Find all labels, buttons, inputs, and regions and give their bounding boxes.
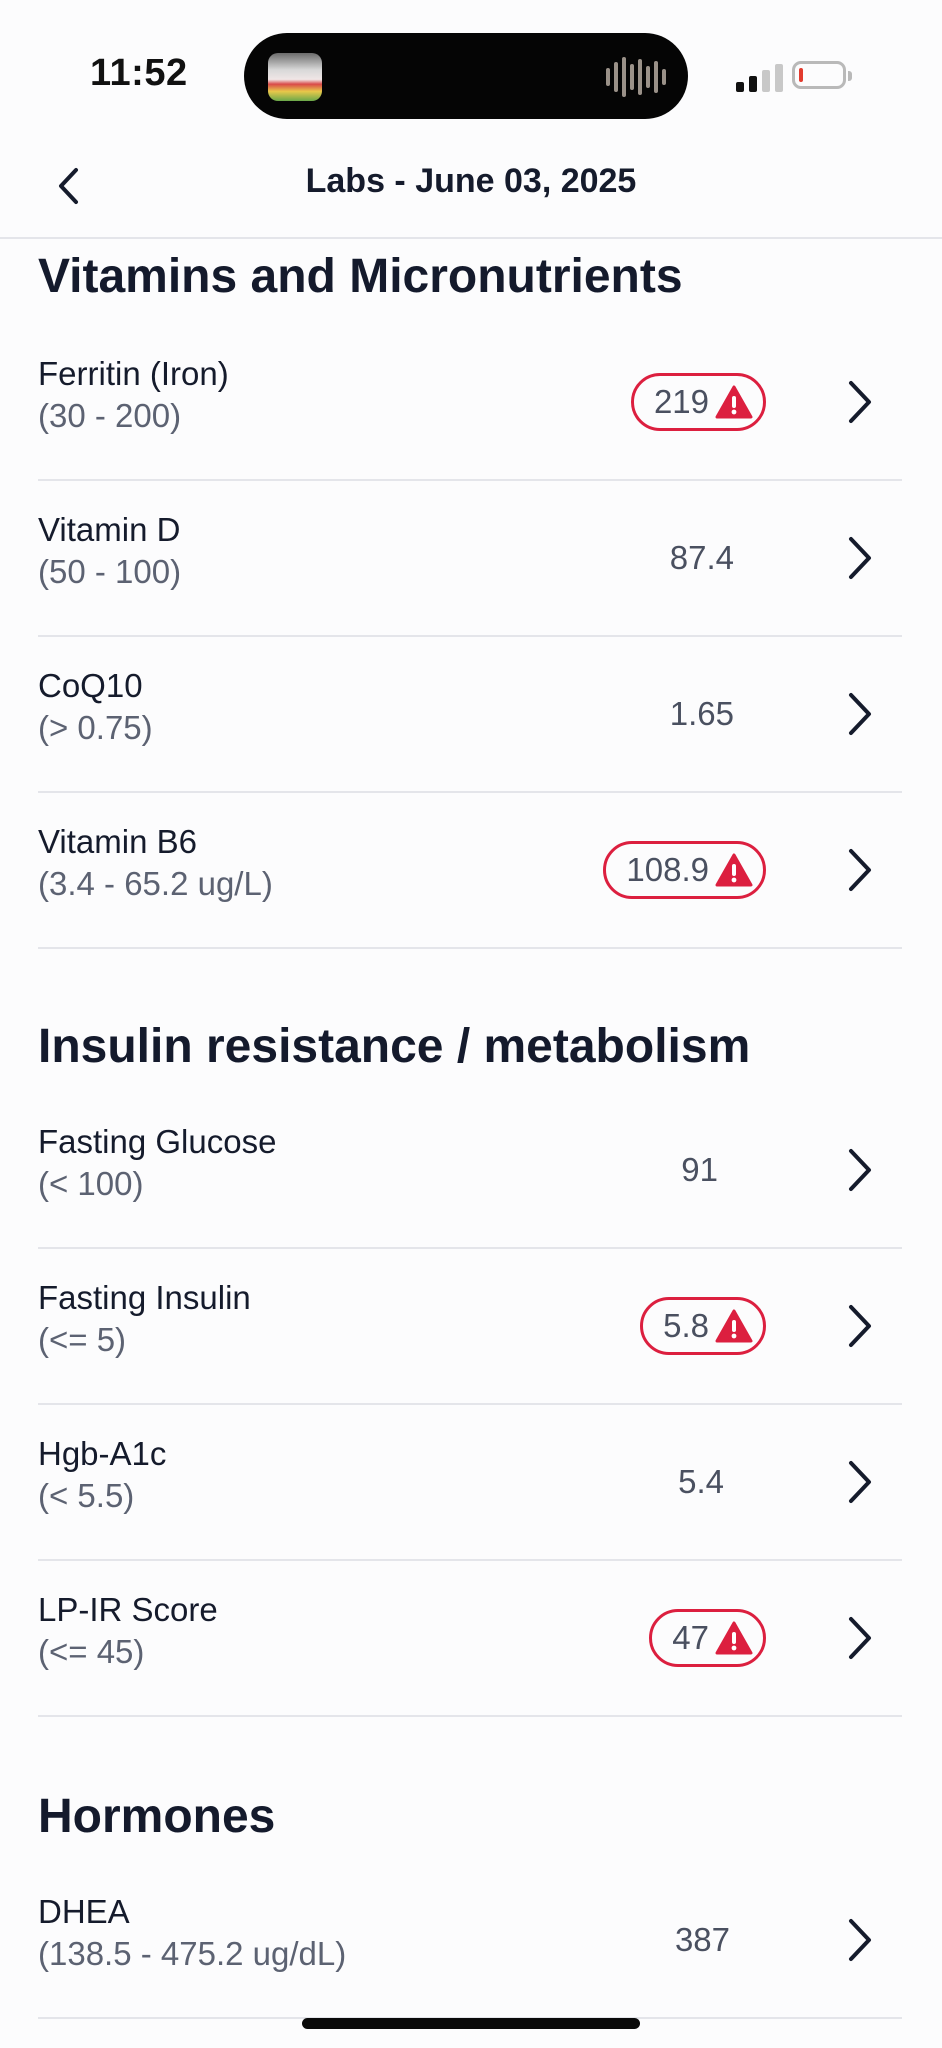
lab-value: 5.8 (663, 1307, 709, 1344)
lab-row-vitamin-d[interactable]: Vitamin D (50 - 100) 87.4 (38, 479, 902, 637)
warning-icon (715, 1309, 753, 1343)
chevron-right-icon (849, 693, 871, 735)
chevron-right-icon (849, 537, 871, 579)
lab-row-ferritin[interactable]: Ferritin (Iron) (30 - 200) 219 (38, 323, 902, 481)
lab-range: (> 0.75) (38, 709, 153, 746)
lab-name: LP-IR Score (38, 1591, 218, 1628)
navigation-bar: Labs - June 03, 2025 (0, 140, 942, 239)
chevron-right-icon (849, 381, 871, 423)
warning-icon (715, 1621, 753, 1655)
lab-name: Ferritin (Iron) (38, 355, 229, 392)
lab-name: Vitamin B6 (38, 823, 197, 860)
flagged-value-badge: 47 (649, 1609, 766, 1667)
status-bar: 11:52 (0, 0, 942, 150)
lab-name: Hgb-A1c (38, 1435, 167, 1472)
warning-icon (715, 853, 753, 887)
lab-row-vitamin-b6[interactable]: Vitamin B6 (3.4 - 65.2 ug/L) 108.9 (38, 791, 902, 949)
audio-waveform-icon (606, 55, 666, 99)
lab-range: (<= 45) (38, 1633, 145, 1670)
lab-value: 219 (653, 383, 709, 420)
chevron-right-icon (849, 1305, 871, 1347)
lab-row-lp-ir-score[interactable]: LP-IR Score (<= 45) 47 (38, 1559, 902, 1717)
lab-range: (50 - 100) (38, 553, 182, 590)
lab-value: 5.4 (678, 1463, 724, 1500)
lab-value: 387 (674, 1921, 730, 1958)
chevron-right-icon (849, 1919, 871, 1961)
status-time: 11:52 (90, 52, 188, 94)
lab-value: 87.4 (669, 539, 734, 576)
lab-range: (3.4 - 65.2 ug/L) (38, 865, 273, 902)
dynamic-island[interactable] (244, 33, 688, 119)
lab-value: 1.65 (669, 695, 734, 732)
lab-range: (< 100) (38, 1165, 144, 1202)
chevron-right-icon (849, 1149, 871, 1191)
flagged-value-badge: 5.8 (640, 1297, 766, 1355)
flagged-value-badge: 219 (630, 373, 766, 431)
lab-value: 47 (672, 1619, 709, 1656)
lab-row-dhea[interactable]: DHEA (138.5 - 475.2 ug/dL) 387 (38, 1861, 902, 2019)
battery-icon (792, 61, 852, 89)
home-indicator[interactable] (302, 2018, 640, 2029)
lab-name: CoQ10 (38, 667, 143, 704)
section-title-vitamins: Vitamins and Micronutrients (38, 250, 683, 303)
lab-name: Fasting Insulin (38, 1279, 251, 1316)
lab-row-hgb-a1c[interactable]: Hgb-A1c (< 5.5) 5.4 (38, 1403, 902, 1561)
lab-range: (<= 5) (38, 1321, 127, 1358)
flagged-value-badge: 108.9 (603, 841, 766, 899)
lab-row-coq10[interactable]: CoQ10 (> 0.75) 1.65 (38, 635, 902, 793)
chevron-right-icon (849, 1617, 871, 1659)
chevron-right-icon (849, 849, 871, 891)
section-title-hormones: Hormones (38, 1790, 276, 1843)
lab-range: (138.5 - 475.2 ug/dL) (38, 1935, 347, 1972)
lab-value: 108.9 (626, 851, 709, 888)
lab-name: DHEA (38, 1893, 130, 1930)
section-title-insulin: Insulin resistance / metabolism (38, 1020, 751, 1073)
chevron-right-icon (849, 1461, 871, 1503)
lab-range: (< 5.5) (38, 1477, 135, 1514)
now-playing-artwork (268, 53, 322, 101)
page-title: Labs - June 03, 2025 (305, 162, 637, 200)
lab-row-fasting-glucose[interactable]: Fasting Glucose (< 100) 91 (38, 1091, 902, 1249)
lab-row-fasting-insulin[interactable]: Fasting Insulin (<= 5) 5.8 (38, 1247, 902, 1405)
lab-name: Fasting Glucose (38, 1123, 277, 1160)
lab-value: 91 (681, 1151, 718, 1188)
warning-icon (715, 385, 753, 419)
cellular-signal-icon (736, 62, 783, 92)
lab-range: (30 - 200) (38, 397, 182, 434)
lab-name: Vitamin D (38, 511, 181, 548)
